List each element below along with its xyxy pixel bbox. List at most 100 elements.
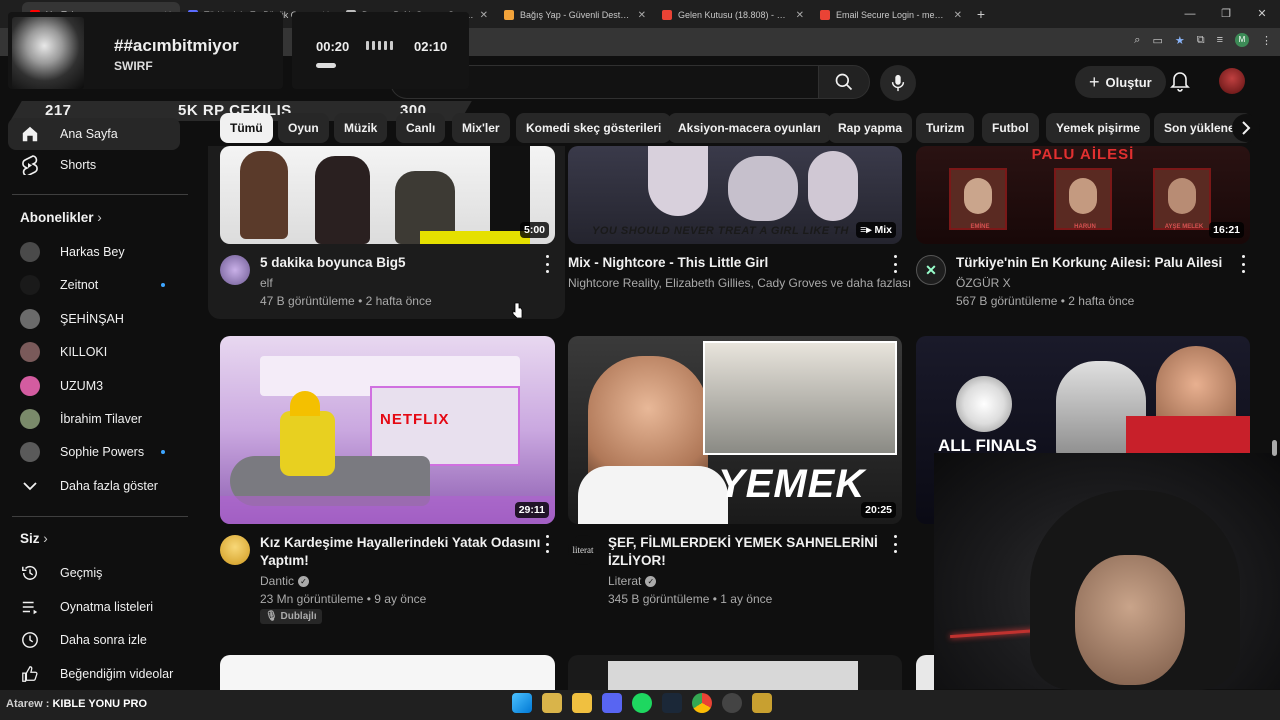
- filter-chip[interactable]: Mix'ler: [452, 113, 510, 143]
- tab-close-icon[interactable]: ✕: [638, 10, 646, 21]
- chevron-right-icon: [1242, 121, 1251, 135]
- dubbed-icon: 🎙: [265, 611, 281, 622]
- tab-close-icon[interactable]: ✕: [796, 10, 804, 21]
- video-thumbnail[interactable]: [568, 655, 902, 690]
- windows-start-icon[interactable]: [512, 693, 532, 713]
- channel-avatar[interactable]: [220, 535, 250, 565]
- home-icon: [20, 124, 40, 144]
- sidebar-subscription-item[interactable]: İbrahim Tilaver: [8, 403, 180, 435]
- filter-chip[interactable]: Aksiyon-macera oyunları: [668, 113, 831, 143]
- filter-chip[interactable]: Tümü: [220, 113, 273, 143]
- bookmark-star-icon[interactable]: ★: [1175, 34, 1185, 47]
- channel-name[interactable]: Dantic ✓: [260, 572, 310, 590]
- search-button[interactable]: [818, 65, 870, 99]
- you-heading[interactable]: Siz ›: [20, 531, 48, 546]
- sidebar-subscription-item[interactable]: Sophie Powers: [8, 436, 180, 468]
- tab-close-icon[interactable]: ✕: [954, 10, 962, 21]
- video-menu-icon[interactable]: [892, 535, 898, 553]
- voice-search-button[interactable]: [880, 65, 916, 101]
- cast-icon[interactable]: ▭: [1152, 34, 1162, 47]
- video-title-line2[interactable]: İZLİYOR!: [608, 552, 666, 570]
- steam-icon[interactable]: [662, 693, 682, 713]
- sidebar-you-item[interactable]: Oynatma listeleri: [8, 591, 180, 623]
- extensions-icon[interactable]: ⧉: [1197, 34, 1205, 47]
- filter-chip[interactable]: Turizm: [916, 113, 975, 143]
- filter-chip[interactable]: Futbol: [982, 113, 1039, 143]
- channel-name[interactable]: ÖZGÜR X: [956, 274, 1011, 292]
- filter-chip[interactable]: Rap yapma: [828, 113, 913, 143]
- video-thumbnail[interactable]: NETFLIX 29:11: [220, 336, 555, 524]
- minimize-icon[interactable]: —: [1172, 0, 1208, 28]
- notifications-button[interactable]: [1170, 70, 1190, 97]
- video-thumbnail[interactable]: YOU SHOULD NEVER TREAT A GIRL LIKE TH ≡▸…: [568, 146, 902, 244]
- app-icon[interactable]: [752, 693, 772, 713]
- sidebar-subscription-item[interactable]: KILLOKI: [8, 336, 180, 368]
- new-tab-button[interactable]: +: [970, 6, 992, 22]
- video-thumbnail[interactable]: YEMEK 20:25: [568, 336, 902, 524]
- video-title[interactable]: Türkiye'nin En Korkunç Ailesi: Palu Aile…: [956, 254, 1222, 272]
- sidebar-subscription-item[interactable]: Harkas Bey: [8, 236, 180, 268]
- user-avatar[interactable]: [1219, 68, 1245, 94]
- reading-list-icon[interactable]: ≡: [1217, 34, 1223, 46]
- video-title-line1[interactable]: Kız Kardeşime Hayallerindeki Yatak Odası…: [260, 534, 540, 552]
- zoom-icon[interactable]: ⌕: [1134, 34, 1140, 47]
- video-thumbnail[interactable]: [220, 655, 555, 690]
- video-title[interactable]: Mix - Nightcore - This Little Girl: [568, 254, 768, 272]
- spotify-icon[interactable]: [632, 693, 652, 713]
- playlists-icon: [20, 597, 40, 617]
- page-scrollbar[interactable]: [1272, 440, 1277, 456]
- browser-tab[interactable]: Gelen Kutusu (18.808) - boraok ✕: [654, 2, 812, 28]
- browser-tab[interactable]: Bağış Yap - Güvenli Destek | By ✕: [496, 2, 654, 28]
- maximize-icon[interactable]: ❐: [1208, 0, 1244, 28]
- sidebar-you-item[interactable]: Geçmiş: [8, 557, 180, 589]
- video-title-line2[interactable]: Yaptım!: [260, 552, 309, 570]
- video-title[interactable]: 5 dakika boyunca Big5: [260, 254, 406, 272]
- browser-tab[interactable]: Email Secure Login - meguyeo ✕: [812, 2, 970, 28]
- close-window-icon[interactable]: ✕: [1244, 0, 1280, 28]
- channel-name[interactable]: Literat ✓: [608, 572, 657, 590]
- sidebar-item-shorts[interactable]: Shorts: [8, 149, 180, 181]
- mix-badge: ≡▸ Mix: [856, 222, 896, 238]
- sidebar-item-home[interactable]: Ana Sayfa: [8, 118, 180, 150]
- video-menu-icon[interactable]: [892, 255, 898, 273]
- profile-avatar[interactable]: M: [1235, 33, 1249, 47]
- obs-icon[interactable]: [722, 693, 742, 713]
- sidebar-you-item[interactable]: Daha sonra izle: [8, 624, 180, 656]
- filter-chip[interactable]: Canlı: [396, 113, 446, 143]
- browser-menu-icon[interactable]: ⋮: [1261, 34, 1272, 47]
- video-duration: 29:11: [514, 502, 549, 518]
- channel-avatar[interactable]: literat: [568, 535, 598, 565]
- filter-chip[interactable]: Komedi skeç gösterileri: [516, 113, 672, 143]
- filter-chip[interactable]: Müzik: [334, 113, 388, 143]
- sidebar-item-label: Shorts: [60, 158, 97, 172]
- channel-avatar[interactable]: ✕: [916, 255, 946, 285]
- filter-chip[interactable]: Yemek pişirme: [1046, 113, 1151, 143]
- chips-next-button[interactable]: [1232, 114, 1260, 142]
- file-explorer-icon[interactable]: [572, 693, 592, 713]
- filter-chip[interactable]: Oyun: [278, 113, 329, 143]
- video-menu-icon[interactable]: [544, 535, 550, 553]
- channel-name[interactable]: Nightcore Reality, Elizabeth Gillies, Ca…: [568, 274, 911, 292]
- tab-close-icon[interactable]: ✕: [480, 10, 488, 21]
- channel-name[interactable]: elf: [260, 274, 273, 292]
- app-icon[interactable]: [542, 693, 562, 713]
- now-playing-song: ##acımbitmiyor: [114, 36, 239, 55]
- video-thumbnail[interactable]: 5:00: [220, 146, 555, 244]
- video-thumbnail[interactable]: PALU AİLESİ EMİNE HARUN AYŞE MELEK 16:21: [916, 146, 1250, 244]
- sidebar-subscription-item[interactable]: Zeitnot: [8, 269, 180, 301]
- discord-icon[interactable]: [602, 693, 622, 713]
- video-title-line1[interactable]: ŞEF, FİLMLERDEKİ YEMEK SAHNELERİNİ: [608, 534, 878, 552]
- create-button[interactable]: + Oluştur: [1075, 66, 1166, 98]
- search-icon: [835, 73, 853, 91]
- video-menu-icon[interactable]: [1240, 255, 1246, 273]
- sidebar-subscription-item[interactable]: ŞEHİNŞAH: [8, 303, 180, 335]
- video-menu-icon[interactable]: [544, 255, 550, 273]
- channel-avatar[interactable]: [220, 255, 250, 285]
- video-thumbnail[interactable]: [916, 655, 934, 690]
- chrome-icon[interactable]: [692, 693, 712, 713]
- show-more-button[interactable]: Daha fazla göster: [8, 470, 180, 502]
- video-duration: 5:00: [519, 222, 549, 238]
- sidebar-subscription-item[interactable]: UZUM3: [8, 370, 180, 402]
- subscriptions-heading[interactable]: Abonelikler ›: [20, 210, 102, 225]
- sidebar-you-item[interactable]: Beğendiğim videolar: [8, 658, 180, 690]
